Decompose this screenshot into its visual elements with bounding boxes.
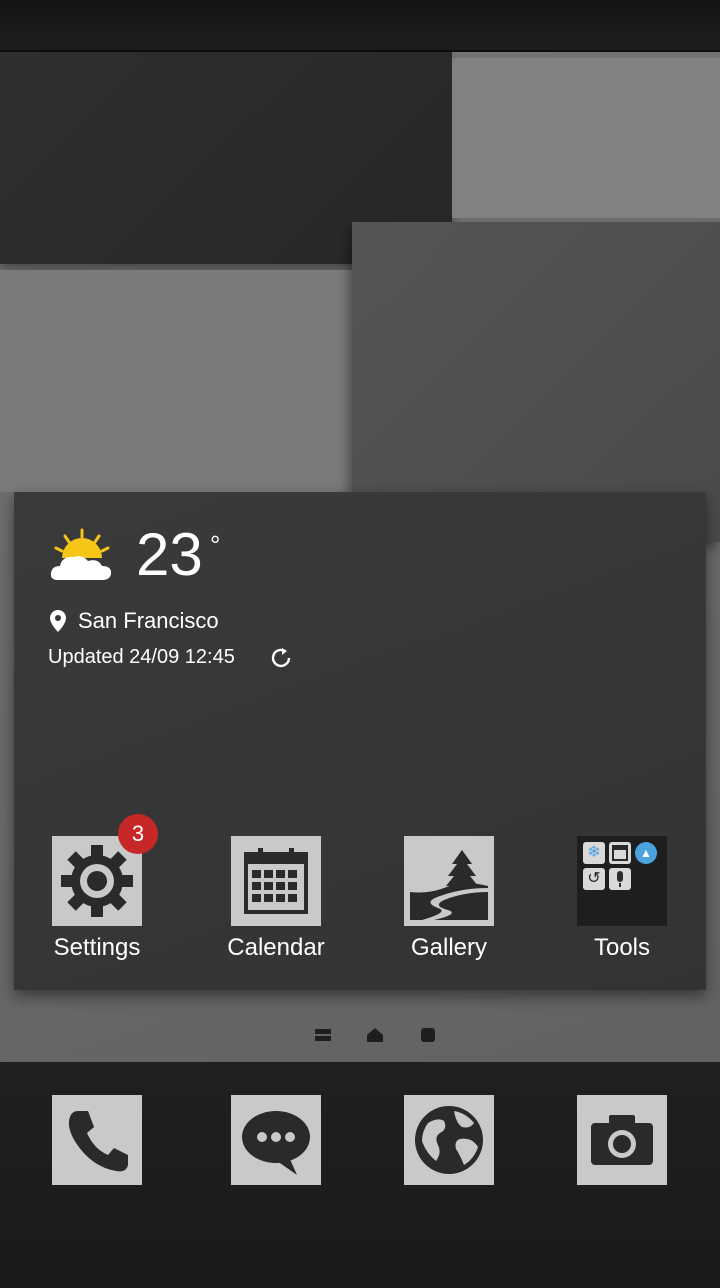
status-bar: [0, 0, 720, 52]
gallery-tile[interactable]: [404, 836, 494, 926]
wallpaper-panel: [452, 58, 720, 218]
calendar-icon: [244, 848, 308, 914]
app-label-tools: Tools: [593, 934, 651, 961]
app-label-calendar: Calendar: [227, 934, 325, 961]
refresh-icon[interactable]: [270, 647, 292, 669]
app-label-gallery: Gallery: [410, 934, 488, 961]
cloud-upload-icon: ▲: [635, 842, 657, 864]
messages-icon: [242, 1111, 310, 1175]
globe-icon: [415, 1106, 483, 1174]
browser-window-icon: [609, 842, 631, 864]
app-calendar[interactable]: Calendar: [211, 836, 341, 962]
degree-symbol: °: [210, 530, 221, 560]
page-dot-icon[interactable]: [419, 1026, 437, 1044]
dock-phone[interactable]: [52, 1095, 142, 1185]
phone-icon: [68, 1111, 128, 1172]
microphone-icon: [609, 868, 631, 890]
home-icon[interactable]: [366, 1026, 384, 1044]
wallpaper-panel: [0, 270, 352, 492]
calendar-tile[interactable]: [231, 836, 321, 926]
dock-camera[interactable]: [577, 1095, 667, 1185]
dock-browser[interactable]: [404, 1095, 494, 1185]
camera-icon: [591, 1115, 653, 1165]
dock-messages[interactable]: [231, 1095, 321, 1185]
app-label-settings: Settings: [53, 934, 141, 961]
updated-timestamp: Updated 24/09 12:45: [48, 646, 235, 668]
tools-folder-tile[interactable]: ❄ ▲ ↺: [577, 836, 667, 926]
temperature: 23: [136, 521, 203, 588]
landscape-icon: [410, 842, 488, 920]
app-gallery[interactable]: Gallery: [384, 836, 514, 962]
app-tools-folder[interactable]: ❄ ▲ ↺ Tools: [557, 836, 687, 962]
menu-icon[interactable]: [314, 1026, 332, 1044]
location-pin-icon: [50, 610, 66, 632]
partly-sunny-icon[interactable]: [48, 528, 114, 584]
notification-badge: 3: [118, 814, 158, 854]
app-settings[interactable]: Settings: [32, 836, 162, 962]
location-label: San Francisco: [78, 608, 219, 633]
restore-icon: ↺: [583, 868, 605, 890]
snowflake-icon: ❄: [583, 842, 605, 864]
